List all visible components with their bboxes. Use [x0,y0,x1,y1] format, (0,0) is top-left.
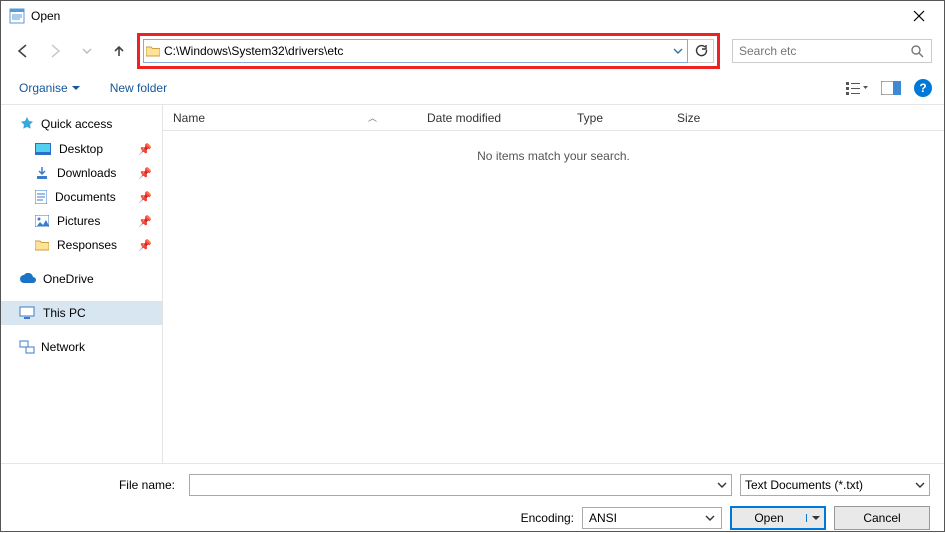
back-button[interactable] [9,37,37,65]
search-input[interactable] [733,42,903,60]
filetype-label: Text Documents (*.txt) [745,478,863,492]
star-icon [19,116,35,132]
recent-dropdown[interactable] [73,37,101,65]
sidebar: Quick access Desktop 📌 Downloads 📌 Docum… [1,105,163,463]
column-type-label: Type [577,111,603,125]
sidebar-quick-access[interactable]: Quick access [1,111,162,137]
encoding-label: Encoding: [521,511,574,525]
desktop-icon [35,143,51,155]
empty-message: No items match your search. [163,149,944,163]
sidebar-onedrive[interactable]: OneDrive [1,267,162,291]
new-folder-label: New folder [110,81,167,95]
filename-combo[interactable] [189,474,732,496]
open-button[interactable]: Open [730,506,826,530]
sidebar-item-label: Pictures [57,214,100,228]
encoding-combo[interactable]: ANSI [582,507,722,529]
downloads-icon [35,166,49,180]
this-pc-label: This PC [43,306,86,320]
new-folder-button[interactable]: New folder [104,77,173,99]
open-split-dropdown[interactable] [806,514,824,522]
address-bar-highlight [137,33,720,69]
help-button[interactable]: ? [914,79,932,97]
folder-icon [144,45,162,57]
body: Quick access Desktop 📌 Downloads 📌 Docum… [1,105,944,463]
pin-icon: 📌 [138,143,152,156]
title-bar: Open [1,1,944,31]
pin-icon: 📌 [138,191,152,204]
toolbar: Organise New folder ? [1,71,944,105]
sidebar-network[interactable]: Network [1,335,162,359]
forward-button[interactable] [41,37,69,65]
organise-label: Organise [19,81,68,95]
filetype-combo[interactable]: Text Documents (*.txt) [740,474,930,496]
sidebar-item-label: Desktop [59,142,103,156]
column-name[interactable]: Name ︿ [163,111,417,125]
refresh-button[interactable] [688,39,714,63]
column-size-label: Size [677,111,700,125]
open-button-label: Open [732,511,806,525]
pc-icon [19,306,35,320]
sidebar-item-downloads[interactable]: Downloads 📌 [1,161,162,185]
network-label: Network [41,340,85,354]
filename-dropdown[interactable] [713,480,731,490]
quick-access-label: Quick access [41,117,112,131]
chevron-down-icon [72,84,80,92]
footer: File name: Text Documents (*.txt) Encodi… [1,463,944,533]
column-type[interactable]: Type [567,111,667,125]
cloud-icon [19,273,37,285]
sidebar-item-responses[interactable]: Responses 📌 [1,233,162,257]
view-options-button[interactable] [840,76,874,100]
address-input[interactable] [162,42,669,60]
sidebar-item-label: Downloads [57,166,116,180]
pin-icon: 📌 [138,215,152,228]
pin-icon: 📌 [138,167,152,180]
filename-input[interactable] [190,476,713,495]
sidebar-item-pictures[interactable]: Pictures 📌 [1,209,162,233]
preview-pane-button[interactable] [874,76,908,100]
nav-row [1,31,944,71]
sidebar-item-desktop[interactable]: Desktop 📌 [1,137,162,161]
column-headers: Name ︿ Date modified Type Size [163,105,944,131]
sidebar-this-pc[interactable]: This PC [1,301,162,325]
filename-label: File name: [15,478,181,492]
sidebar-item-documents[interactable]: Documents 📌 [1,185,162,209]
app-icon [9,8,25,24]
encoding-value: ANSI [589,511,617,525]
pin-icon: 📌 [138,239,152,252]
pictures-icon [35,215,49,227]
organise-menu[interactable]: Organise [13,77,86,99]
onedrive-label: OneDrive [43,272,94,286]
chevron-down-icon [915,480,925,490]
folder-icon [35,239,49,251]
search-icon [903,44,931,58]
sort-indicator-icon: ︿ [368,111,407,124]
sidebar-item-label: Documents [55,190,116,204]
cancel-button[interactable]: Cancel [834,506,930,530]
close-button[interactable] [896,1,942,31]
content-area: Name ︿ Date modified Type Size No items … [163,105,944,463]
window-title: Open [31,9,60,23]
cancel-button-label: Cancel [863,511,900,525]
address-dropdown[interactable] [669,46,687,56]
address-bar[interactable] [143,39,688,63]
search-box[interactable] [732,39,932,63]
chevron-down-icon [705,513,715,523]
sidebar-item-label: Responses [57,238,117,252]
network-icon [19,340,35,354]
column-name-label: Name [173,111,205,125]
documents-icon [35,190,47,204]
column-date-label: Date modified [427,111,501,125]
column-date[interactable]: Date modified [417,111,567,125]
column-size[interactable]: Size [667,111,747,125]
up-button[interactable] [105,37,133,65]
